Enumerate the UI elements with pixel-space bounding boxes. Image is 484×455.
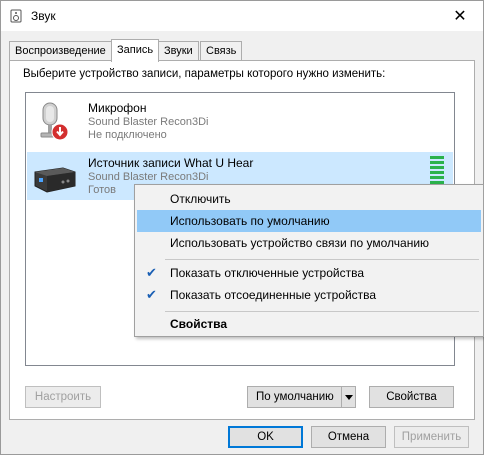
menu-item-label: Показать отключенные устройства: [170, 266, 365, 280]
device-driver: Sound Blaster Recon3Di: [88, 116, 209, 128]
menu-separator: [165, 259, 479, 260]
close-button[interactable]: ✕: [437, 1, 483, 31]
tab-playback[interactable]: Воспроизведение: [9, 41, 112, 61]
device-row-microphone[interactable]: Микрофон Sound Blaster Recon3Di Не подкл…: [27, 97, 453, 145]
menu-item-label: Отключить: [170, 192, 231, 206]
device-status: Не подключено: [88, 129, 167, 141]
menu-item-label: Свойства: [170, 317, 228, 331]
set-default-split-button[interactable]: По умолчанию: [247, 386, 356, 408]
unplugged-icon: [51, 123, 69, 141]
menu-item-show-disconnected[interactable]: ✔ Показать отсоединенные устройства: [137, 284, 481, 306]
sound-dialog: Звук ✕ Воспроизведение Запись Звуки Связ…: [0, 0, 484, 455]
device-driver: Sound Blaster Recon3Di: [88, 171, 209, 183]
speaker-icon: [10, 9, 22, 23]
menu-item-set-default[interactable]: Использовать по умолчанию: [137, 210, 481, 232]
menu-item-set-default-communication[interactable]: Использовать устройство связи по умолчан…: [137, 232, 481, 254]
title-bar: Звук ✕: [1, 1, 483, 31]
tab-recording[interactable]: Запись: [111, 39, 160, 62]
menu-item-label: Использовать по умолчанию: [170, 214, 330, 228]
device-status: Готов: [88, 184, 116, 196]
tab-communications[interactable]: Связь: [200, 41, 243, 61]
properties-button[interactable]: Свойства: [369, 386, 454, 408]
window-title: Звук: [31, 9, 56, 23]
device-name: Микрофон: [88, 101, 147, 115]
dropdown-arrow[interactable]: [341, 387, 355, 407]
menu-separator: [165, 311, 479, 312]
menu-item-label: Использовать устройство связи по умолчан…: [170, 236, 430, 250]
menu-item-properties[interactable]: Свойства: [137, 313, 481, 335]
checkmark-icon: ✔: [146, 287, 157, 302]
sound-card-icon: [34, 167, 76, 193]
ok-button[interactable]: OK: [228, 426, 303, 448]
apply-button[interactable]: Применить: [394, 426, 469, 448]
cancel-button[interactable]: Отмена: [311, 426, 386, 448]
chevron-down-icon: [344, 394, 353, 400]
tab-sounds[interactable]: Звуки: [158, 41, 199, 61]
device-name: Источник записи What U Hear: [88, 156, 254, 170]
menu-item-label: Показать отсоединенные устройства: [170, 288, 377, 302]
instruction-text: Выберите устройство записи, параметры ко…: [23, 68, 386, 80]
context-menu: Отключить Использовать по умолчанию Испо…: [134, 184, 484, 337]
configure-button[interactable]: Настроить: [25, 386, 101, 408]
close-icon: ✕: [453, 8, 467, 25]
menu-item-show-disabled[interactable]: ✔ Показать отключенные устройства: [137, 262, 481, 284]
menu-item-disable[interactable]: Отключить: [137, 188, 481, 210]
checkmark-icon: ✔: [146, 265, 157, 280]
set-default-label: По умолчанию: [256, 391, 334, 403]
